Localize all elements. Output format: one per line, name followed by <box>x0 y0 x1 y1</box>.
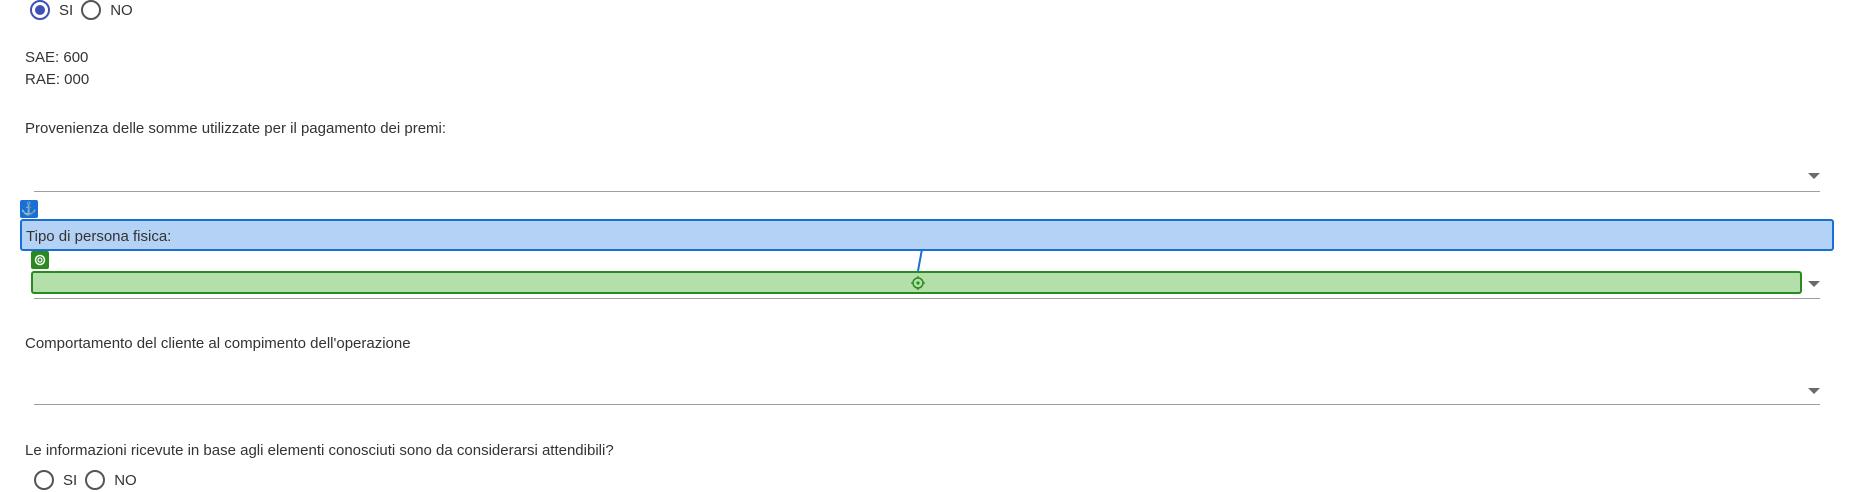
comportamento-select[interactable] <box>34 371 1820 405</box>
comportamento-label: Comportamento del cliente al compimento … <box>25 335 411 352</box>
tipo-persona-select-highlight <box>31 271 1802 294</box>
crosshair-icon <box>911 276 925 290</box>
radio-si-informazioni[interactable] <box>34 470 54 490</box>
chevron-down-icon <box>1808 388 1820 394</box>
sae-code: SAE: 600 <box>25 49 89 66</box>
radio-dot <box>35 5 45 15</box>
radio-si-label: SI <box>59 1 74 19</box>
provenienza-underline <box>34 191 1820 192</box>
rae-code: RAE: 000 <box>25 71 90 88</box>
radio-no-label: NO <box>110 1 133 19</box>
radio-no-top[interactable] <box>81 0 102 20</box>
tipo-persona-label-highlight: Tipo di persona fisica: <box>20 219 1834 251</box>
comportamento-underline <box>34 404 1820 405</box>
informazioni-label: Le informazioni ricevute in base agli el… <box>25 442 614 459</box>
tipo-persona-underline <box>34 298 1820 299</box>
provenienza-label: Provenienza delle somme utilizzate per i… <box>25 120 447 137</box>
radio-no-label: NO <box>114 471 137 489</box>
chevron-down-icon <box>1808 281 1820 287</box>
provenienza-select[interactable] <box>34 158 1820 192</box>
target-icon <box>31 251 49 269</box>
anchor-icon: ⚓ <box>20 200 38 218</box>
radio-si-label: SI <box>63 471 78 489</box>
top-radio-group: SI NO <box>30 0 141 20</box>
informazioni-radio-group: SI NO <box>34 470 145 490</box>
chevron-down-icon <box>1808 173 1820 179</box>
radio-no-informazioni[interactable] <box>85 470 106 490</box>
radio-si-top[interactable] <box>30 0 50 20</box>
tipo-persona-label: Tipo di persona fisica: <box>26 228 172 245</box>
